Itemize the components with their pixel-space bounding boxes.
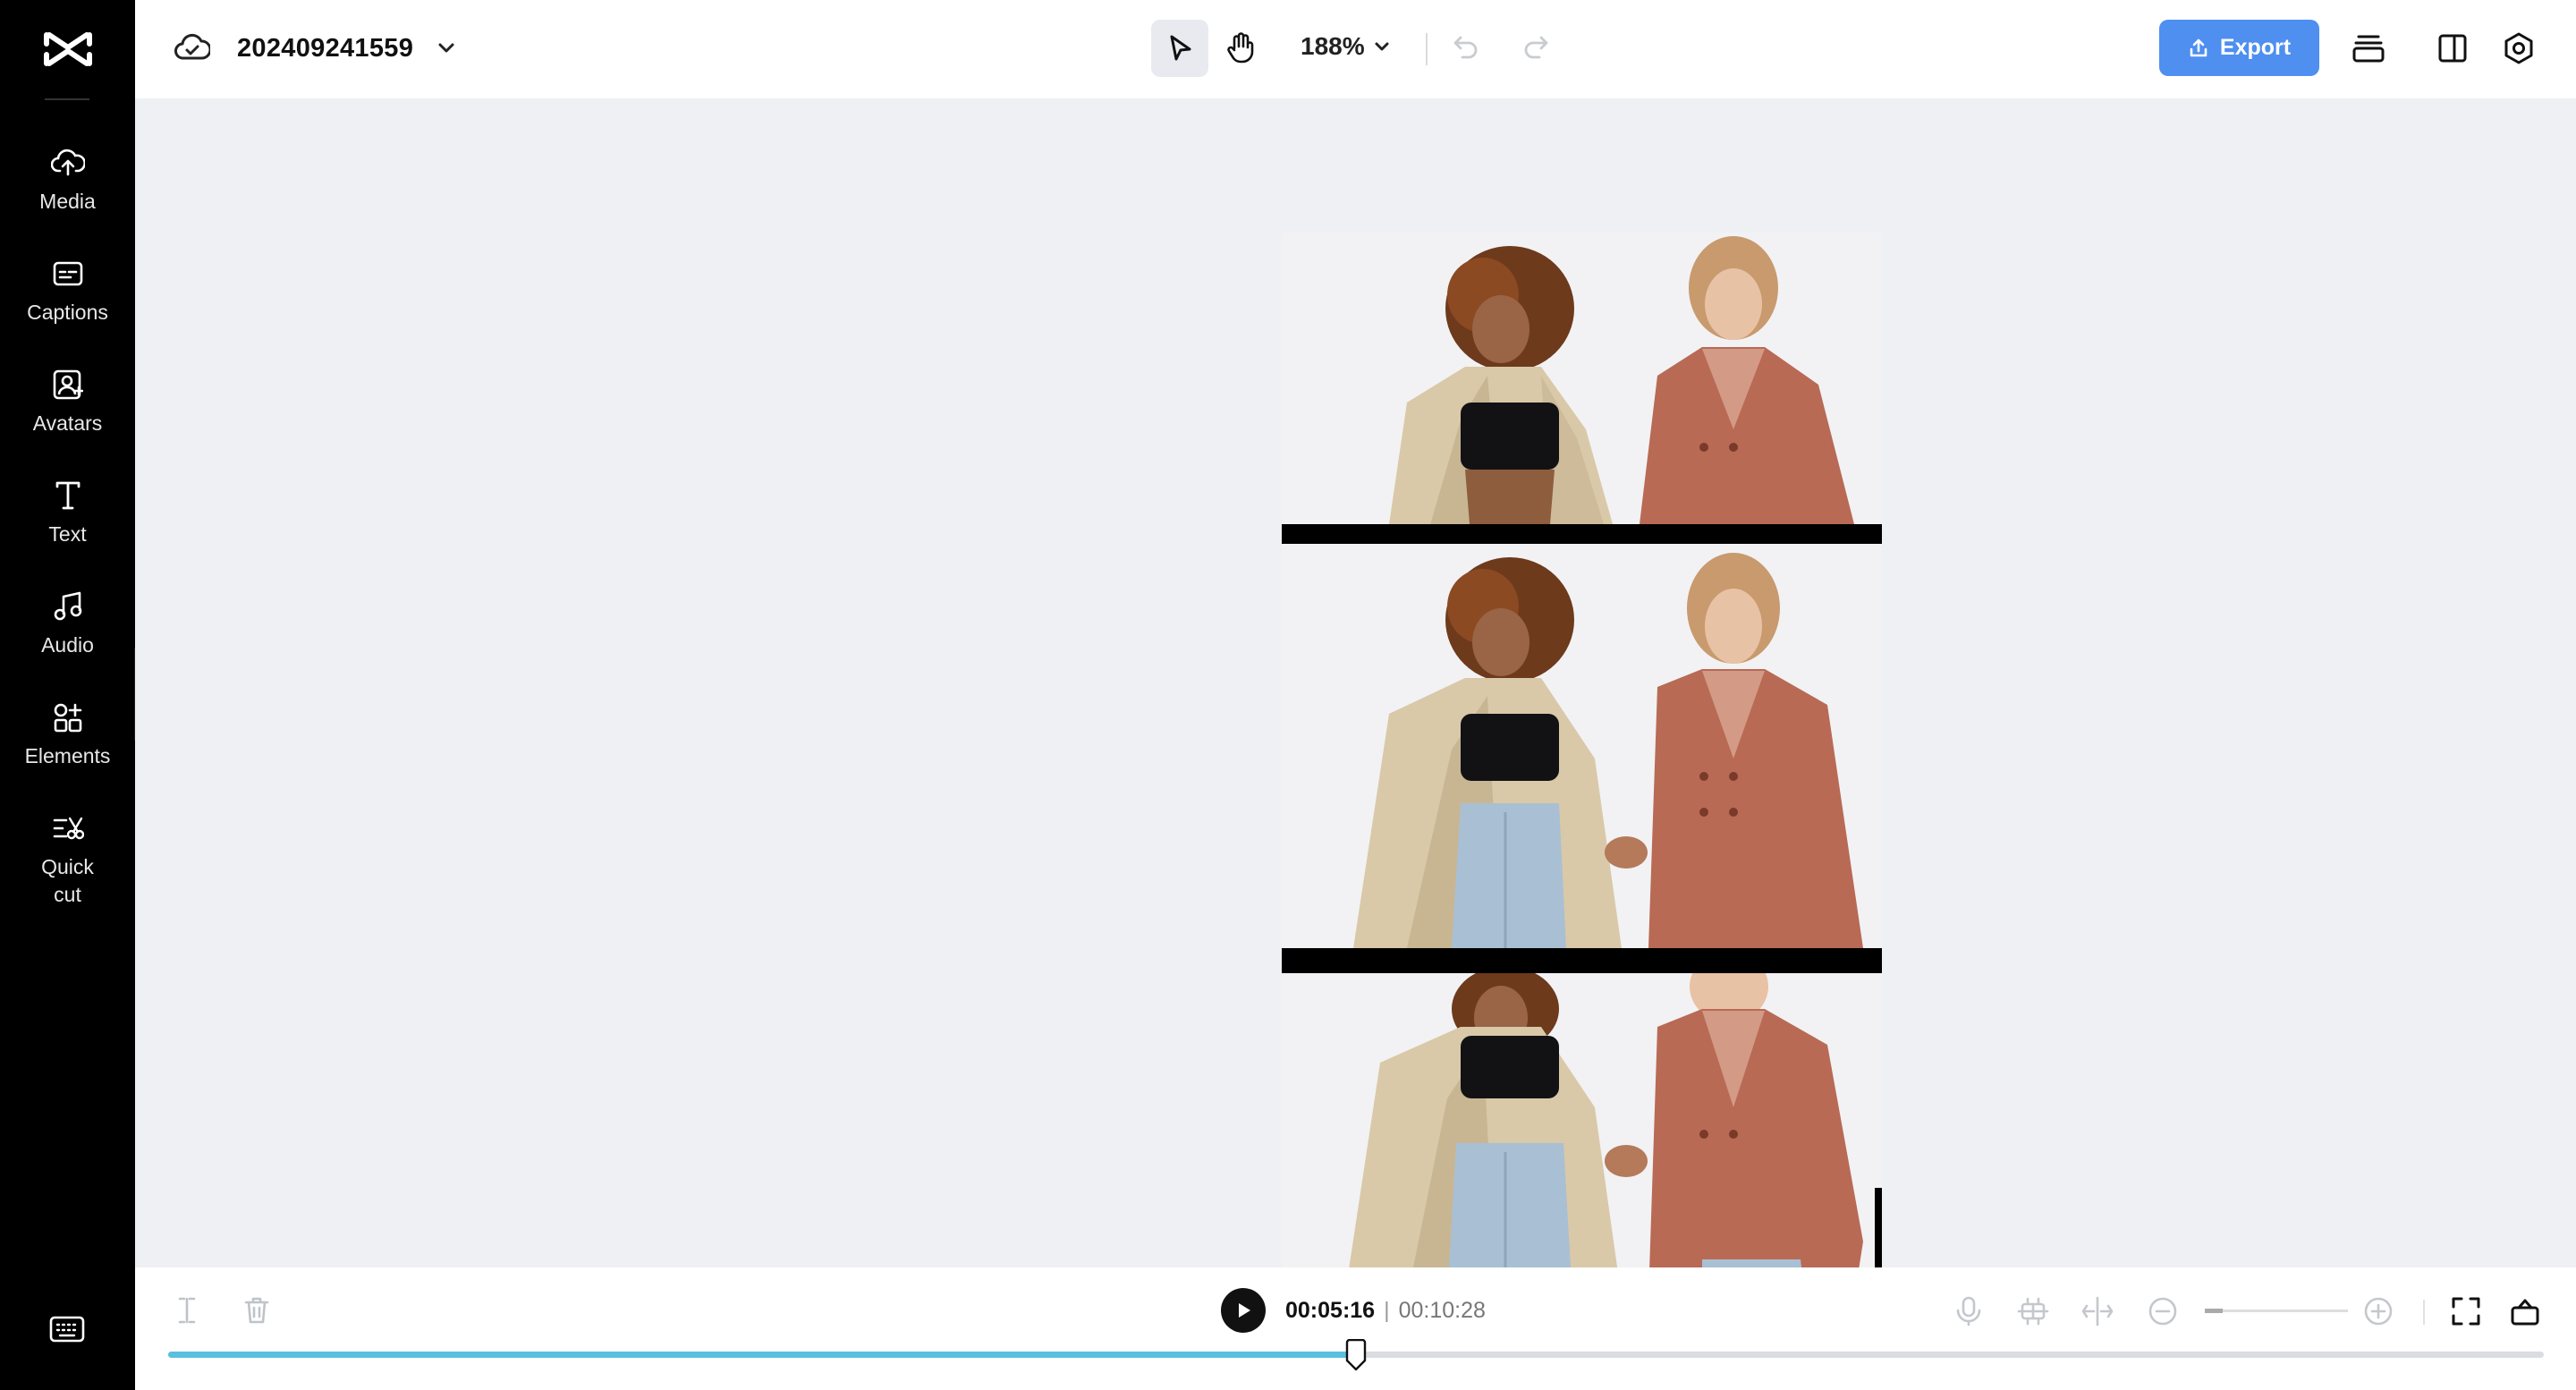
- keyboard-icon: [49, 1316, 85, 1343]
- playhead-handle[interactable]: [1344, 1338, 1368, 1371]
- collapse-timeline-button[interactable]: [2509, 1295, 2541, 1327]
- pointer-icon: [1170, 35, 1191, 61]
- rail-divider: [45, 98, 89, 100]
- trash-icon: [244, 1297, 269, 1324]
- sidebar-item-label: Avatars: [32, 411, 103, 435]
- frame-divider: [1282, 524, 1882, 544]
- sidebar-item-avatars[interactable]: Avatars: [0, 367, 135, 465]
- music-note-icon: [50, 589, 86, 624]
- video-frame-panel: [1282, 973, 1882, 1299]
- time-separator: |: [1384, 1297, 1390, 1323]
- cloud-sync-button[interactable]: [174, 30, 210, 66]
- sidebar-item-text[interactable]: Text: [0, 478, 135, 576]
- play-icon: [1239, 1303, 1250, 1318]
- undo-icon: [1453, 36, 1478, 59]
- left-rail: Media Captions Avatars Text Audio Elemen…: [0, 0, 135, 1390]
- sidebar-item-label: Elements: [24, 744, 111, 767]
- zoom-in-icon: [2364, 1297, 2393, 1326]
- video-frame-image: [1282, 233, 1882, 524]
- capcut-logo[interactable]: [0, 0, 135, 98]
- microphone-icon: [1956, 1296, 1981, 1326]
- preview-axis-button[interactable]: [2081, 1295, 2114, 1327]
- zoom-in-button[interactable]: [2362, 1295, 2394, 1327]
- delete-button[interactable]: [242, 1295, 271, 1326]
- chevron-down-icon: [438, 43, 454, 53]
- sidebar-item-captions[interactable]: Captions: [0, 256, 135, 354]
- magnet-snap-button[interactable]: [2017, 1295, 2049, 1327]
- sidebar-item-label: Audio: [41, 633, 94, 657]
- redo-button[interactable]: [1520, 30, 1552, 63]
- split-icon: [178, 1297, 196, 1324]
- undo-button[interactable]: [1450, 30, 1482, 63]
- playhead-icon: [1345, 1338, 1367, 1371]
- export-button[interactable]: Export: [2159, 20, 2319, 76]
- quick-cut-icon: [50, 810, 86, 846]
- project-name: 202409241559: [237, 33, 414, 63]
- timeline-zoom-slider[interactable]: [2205, 1309, 2348, 1313]
- video-frame-image: [1282, 973, 1882, 1299]
- bottom-divider: [2423, 1300, 2425, 1325]
- select-tool-button[interactable]: [1151, 20, 1208, 77]
- play-button[interactable]: [1221, 1288, 1266, 1333]
- export-label: Export: [2219, 35, 2292, 60]
- sidebar-item-audio[interactable]: Audio: [0, 589, 135, 687]
- cloud-sync-icon: [174, 33, 210, 60]
- sidebar-item-elements[interactable]: Elements: [0, 699, 135, 798]
- preview-canvas[interactable]: [135, 98, 2576, 1299]
- playback-progress-fill: [168, 1352, 1356, 1358]
- sidebar-item-label: Quick cut: [41, 855, 94, 906]
- split-button[interactable]: [173, 1295, 201, 1326]
- zoom-out-icon: [2148, 1297, 2177, 1326]
- capcut-logo-icon: [43, 32, 92, 66]
- link-clips-icon: [2017, 1297, 2049, 1326]
- settings-button[interactable]: [2501, 30, 2537, 66]
- total-time: 00:10:28: [1398, 1297, 1486, 1323]
- chevron-down-icon: [1375, 42, 1389, 51]
- panel-icon: [2438, 34, 2467, 63]
- redo-icon: [1524, 36, 1548, 59]
- video-frame-image: [1282, 544, 1882, 948]
- settings-icon: [2504, 32, 2533, 64]
- avatar-icon: [50, 367, 86, 403]
- fullscreen-icon: [2452, 1297, 2480, 1326]
- voiceover-button[interactable]: [1953, 1295, 1984, 1327]
- sidebar-item-label: Captions: [27, 301, 108, 324]
- zoom-level: 188%: [1301, 32, 1365, 60]
- layers-icon: [2352, 35, 2385, 63]
- current-time: 00:05:16: [1285, 1297, 1376, 1323]
- hand-icon: [1227, 32, 1254, 64]
- split-axis-icon: [2081, 1296, 2114, 1326]
- zoom-out-button[interactable]: [2147, 1295, 2179, 1327]
- elements-icon: [50, 699, 86, 735]
- project-title-dropdown[interactable]: 202409241559: [237, 32, 458, 64]
- top-bar: 202409241559 188% Export: [135, 0, 2576, 98]
- frame-divider: [1282, 948, 1882, 973]
- video-preview-frame[interactable]: [1282, 233, 1882, 1299]
- playback-bar: 00:05:16 | 00:10:28: [135, 1267, 2576, 1390]
- zoom-dropdown[interactable]: 188%: [1301, 32, 1392, 61]
- playback-controls: 00:05:16 | 00:10:28: [1221, 1287, 1486, 1334]
- video-frame-panel: [1282, 233, 1882, 524]
- toolbar-divider: [1426, 33, 1428, 65]
- fullscreen-button[interactable]: [2450, 1295, 2482, 1327]
- zoom-slider-knob[interactable]: [2205, 1309, 2223, 1313]
- sidebar-item-label: Text: [48, 522, 87, 546]
- captions-icon: [50, 256, 86, 292]
- hand-tool-button[interactable]: [1212, 20, 1269, 77]
- text-icon: [50, 478, 86, 513]
- sidebar-item-label: Media: [39, 190, 96, 213]
- keyboard-shortcuts-button[interactable]: [49, 1315, 85, 1347]
- cloud-upload-icon: [50, 145, 86, 181]
- timeline-toggle-icon: [2511, 1299, 2539, 1326]
- export-icon: [2190, 38, 2207, 56]
- video-frame-panel: [1282, 544, 1882, 948]
- sidebar-item-quick-cut[interactable]: Quick cut: [0, 810, 135, 945]
- side-panel-toggle-button[interactable]: [2436, 30, 2469, 66]
- layers-button[interactable]: [2351, 30, 2386, 66]
- sidebar-item-media[interactable]: Media: [0, 145, 135, 243]
